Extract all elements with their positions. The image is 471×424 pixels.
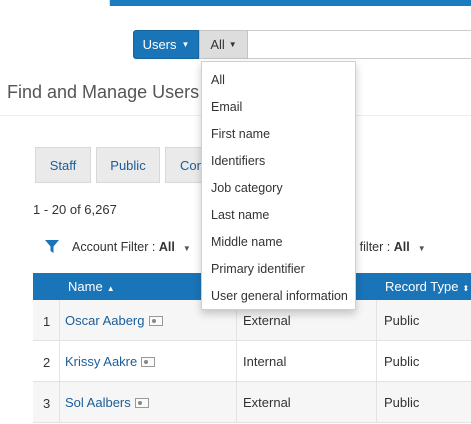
caret-down-icon: ▼ [182,244,191,253]
row-number: 1 [43,314,51,329]
user-name-link[interactable]: Krissy Aakre [65,354,156,369]
filter-icon [45,240,59,253]
record-type: Public [384,395,420,410]
status-filter-value: All [393,240,410,254]
tab-label: Staff [49,157,77,173]
id-card-icon [141,357,156,367]
user-name: Sol Aalbers [65,395,131,410]
caret-down-icon: ▼ [417,244,426,253]
menu-item-primary-identifier[interactable]: Primary identifier [202,255,355,282]
column-header-record-type[interactable]: Record Type ⬍ [385,279,469,294]
user-name-link[interactable]: Sol Aalbers [65,395,149,410]
caret-down-icon: ▼ [228,40,237,49]
menu-item-email[interactable]: Email [202,93,355,120]
column-record-type-label: Record Type [385,279,459,294]
row-number: 3 [43,396,51,411]
search-field-dropdown-menu: All Email First name Identifiers Job cat… [201,61,356,310]
divider [376,341,377,381]
top-nav-bar [0,0,471,6]
sort-icon: ⬍ [462,284,470,293]
caret-down-icon: ▼ [181,40,190,49]
results-count: 1 - 20 of 6,267 [33,202,117,217]
tab-staff[interactable]: Staff [35,147,91,183]
menu-item-job-category[interactable]: Job category [202,174,355,201]
tab-label: Public [110,157,146,173]
account-type: External [243,395,291,410]
row-number: 2 [43,355,51,370]
search-field-button[interactable]: All ▼ [199,30,248,59]
column-header-name[interactable]: Name ▲ [68,279,115,294]
divider [59,341,60,381]
menu-item-identifiers[interactable]: Identifiers [202,147,355,174]
search-field-label: All [210,37,225,52]
account-type: Internal [243,354,287,369]
user-name-link[interactable]: Oscar Aaberg [65,313,163,328]
table-row[interactable]: 2 Krissy Aakre Internal Public [33,341,471,382]
menu-item-first-name[interactable]: First name [202,120,355,147]
user-name: Oscar Aaberg [65,313,145,328]
record-type: Public [384,354,420,369]
table-row[interactable]: 3 Sol Aalbers External Public [33,382,471,423]
id-card-icon [134,398,149,408]
sort-asc-icon: ▲ [106,284,115,293]
menu-item-all[interactable]: All [202,66,355,93]
record-type: Public [384,313,420,328]
user-tabs: Staff Public Con [35,147,210,183]
column-name-label: Name [68,279,103,294]
menu-item-last-name[interactable]: Last name [202,201,355,228]
top-nav-tab[interactable] [0,0,110,6]
account-filter-value: All [158,240,175,254]
menu-item-middle-name[interactable]: Middle name [202,228,355,255]
page-title: Find and Manage Users [7,82,200,102]
divider [236,341,237,381]
tab-contacts[interactable]: Con [165,147,205,183]
search-input[interactable] [248,30,471,59]
menu-item-user-general-information[interactable]: User general information [202,282,355,309]
account-filter-dropdown[interactable]: Account Filter : All ▼ [72,240,191,254]
search-bar: Users ▼ All ▼ [133,30,471,59]
divider [59,382,60,422]
divider [59,300,60,340]
tab-public[interactable]: Public [96,147,160,183]
divider [376,382,377,422]
account-filter-label: Account Filter : [72,240,159,254]
search-scope-label: Users [142,37,177,52]
search-scope-button[interactable]: Users ▼ [133,30,199,59]
id-card-icon [148,316,163,326]
top-nav-strip [110,0,471,6]
account-type: External [243,313,291,328]
divider [236,382,237,422]
divider [376,300,377,340]
user-name: Krissy Aakre [65,354,138,369]
